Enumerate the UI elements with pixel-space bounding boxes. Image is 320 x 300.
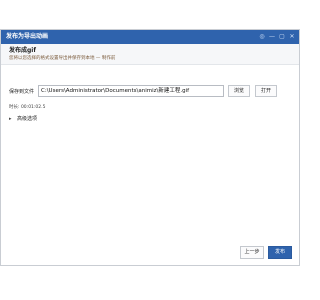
dialog-header: 发布成gif 您将以您选择的格式设置导出并保存到本地 — 制作前 [1,44,299,65]
publish-button[interactable]: 发布 [268,246,292,259]
minimize-icon[interactable]: — [268,32,276,42]
section-title: 发布成gif [9,47,36,54]
section-subtitle: 您将以您选择的格式设置导出并保存到本地 — 制作前 [9,56,116,61]
open-button[interactable]: 打开 [255,85,277,97]
window-controls: ◎ — ▢ ✕ [258,32,296,42]
previous-step-button[interactable]: 上一步 [240,246,264,259]
duration-text: 时长: 00:01:02.5 [9,105,46,110]
save-to-file-label: 保存到文件 [9,89,35,95]
browse-button[interactable]: 浏览 [228,85,250,97]
publish-dialog: 发布为导出动画 ◎ — ▢ ✕ 发布成gif 您将以您选择的格式设置导出并保存到… [0,29,300,266]
help-icon[interactable]: ◎ [258,32,266,42]
maximize-icon[interactable]: ▢ [278,32,286,42]
file-path-input[interactable]: C:\Users\Administrator\Documents\animiz\… [38,85,224,97]
expand-arrow-icon[interactable]: ▸ [9,115,15,123]
dialog-title: 发布为导出动画 [6,33,49,40]
advanced-options-toggle[interactable]: 高级选项 [17,115,37,123]
close-icon[interactable]: ✕ [288,32,296,42]
dialog-titlebar: 发布为导出动画 ◎ — ▢ ✕ [1,30,299,44]
